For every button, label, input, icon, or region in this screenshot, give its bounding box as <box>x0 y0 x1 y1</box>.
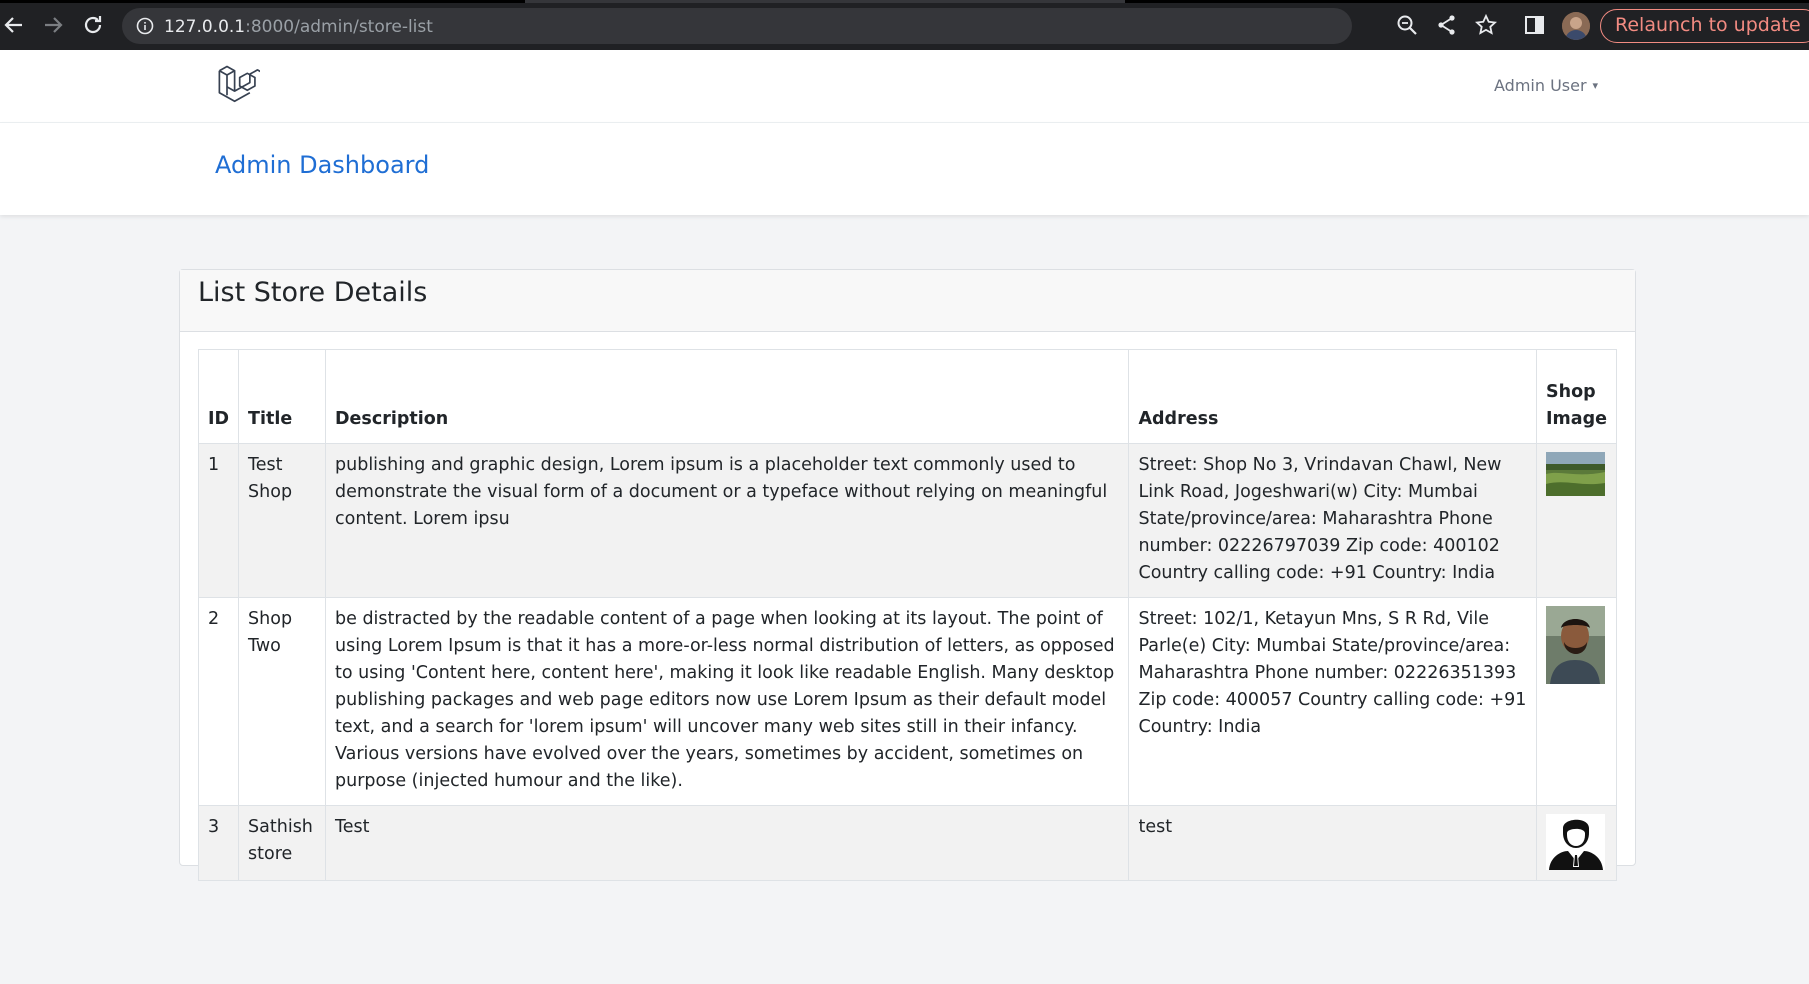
landscape-thumbnail-icon <box>1546 452 1606 496</box>
store-table: ID Title Description Address Shop Image … <box>197 349 1617 881</box>
table-header-row: ID Title Description Address Shop Image <box>197 349 1617 444</box>
user-dropdown[interactable]: Admin User ▾ <box>1494 76 1598 95</box>
page-header: Admin Dashboard <box>0 123 1809 215</box>
browser-toolbar: 127.0.0.1:8000/admin/store-list Relaunch… <box>0 0 1809 50</box>
table-row: 2 Shop Two be distracted by the readable… <box>197 597 1617 806</box>
share-icon[interactable] <box>1436 14 1458 36</box>
person-photo-icon <box>1546 606 1606 684</box>
column-header-address: Address <box>1128 349 1538 444</box>
side-panel-icon[interactable] <box>1524 14 1546 36</box>
column-header-shop-image: Shop Image <box>1536 349 1617 444</box>
row-id: 1 <box>197 443 240 598</box>
row-id: 3 <box>197 805 240 881</box>
forward-arrow-icon[interactable] <box>41 13 65 37</box>
column-header-title: Title <box>238 349 327 444</box>
address-bar[interactable]: 127.0.0.1:8000/admin/store-list <box>122 8 1352 44</box>
row-id: 2 <box>197 597 240 806</box>
row-image-cell <box>1536 805 1617 881</box>
column-header-id: ID <box>197 349 240 444</box>
column-header-description: Description <box>325 349 1130 444</box>
table-row: 3 Sathish store Test test <box>197 805 1617 881</box>
row-address: Street: 102/1, Ketayun Mns, S R Rd, Vile… <box>1128 597 1538 806</box>
table-row: 1 Test Shop publishing and graphic desig… <box>197 443 1617 598</box>
relaunch-button[interactable]: Relaunch to update ⋮ <box>1600 9 1809 43</box>
user-silhouette-icon <box>1546 814 1606 870</box>
site-info-icon[interactable] <box>136 17 154 35</box>
zoom-icon[interactable] <box>1396 14 1418 36</box>
laravel-logo-icon[interactable] <box>216 64 260 108</box>
row-address: Street: Shop No 3, Vrindavan Chawl, New … <box>1128 443 1538 598</box>
row-description: publishing and graphic design, Lorem ips… <box>325 443 1130 598</box>
bookmark-star-icon[interactable] <box>1475 14 1497 36</box>
profile-avatar-icon <box>1562 12 1590 40</box>
page-title[interactable]: Admin Dashboard <box>215 151 429 179</box>
reload-icon[interactable] <box>81 13 105 37</box>
row-title: Shop Two <box>238 597 327 806</box>
row-image-cell <box>1536 443 1617 598</box>
row-address: test <box>1128 805 1538 881</box>
store-list-card: List Store Details ID Title Description … <box>179 269 1636 881</box>
row-title: Sathish store <box>238 805 327 881</box>
back-arrow-icon[interactable] <box>2 13 26 37</box>
row-title: Test Shop <box>238 443 327 598</box>
card-header: List Store Details <box>180 270 1635 332</box>
card-title: List Store Details <box>198 277 428 308</box>
row-description: be distracted by the readable content of… <box>325 597 1130 806</box>
app-navbar: Admin User ▾ <box>0 50 1809 123</box>
chevron-down-icon: ▾ <box>1592 79 1599 92</box>
row-description: Test <box>325 805 1130 881</box>
profile-avatar[interactable] <box>1562 12 1590 40</box>
url-text[interactable]: 127.0.0.1:8000/admin/store-list <box>164 17 433 37</box>
tab-strip-edge <box>0 0 1809 3</box>
row-image-cell <box>1536 597 1617 806</box>
